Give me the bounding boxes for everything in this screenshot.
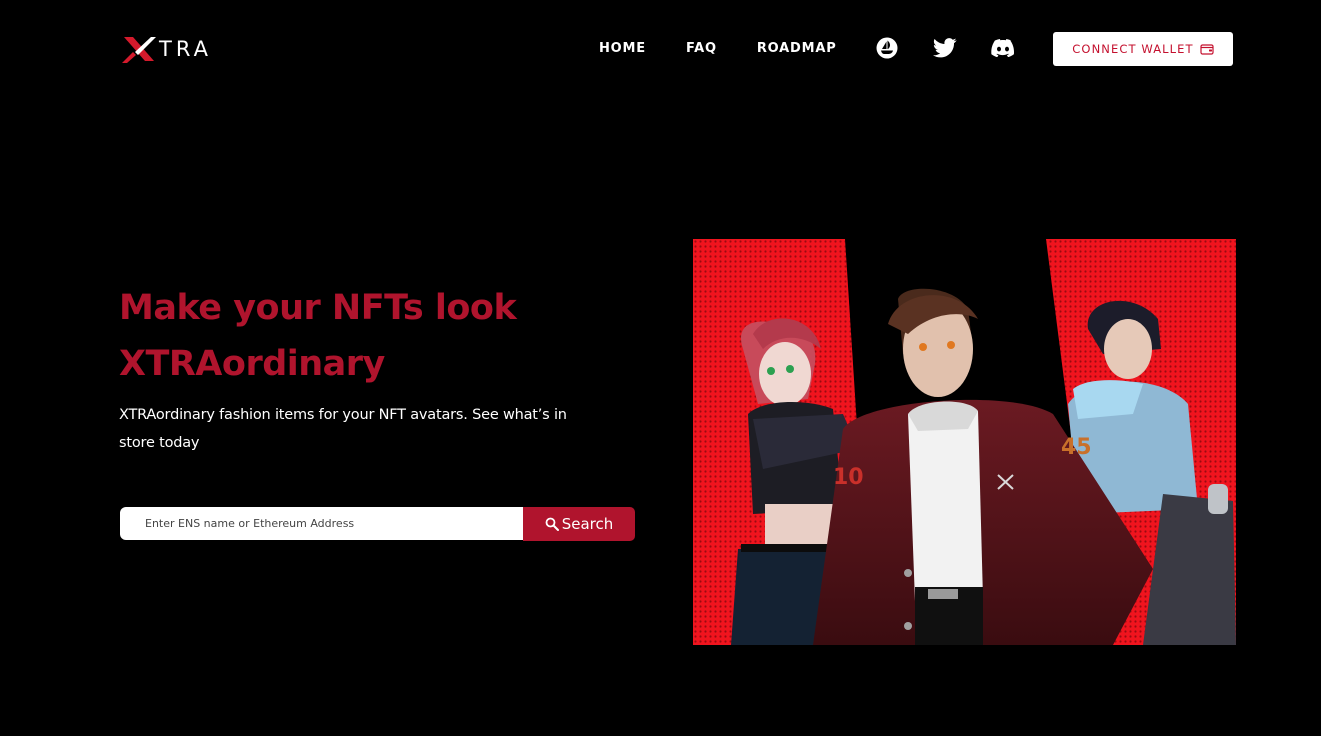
svg-text:10: 10 xyxy=(833,465,864,490)
hero-subtitle: XTRAordinary fashion items for your NFT … xyxy=(119,407,567,451)
discord-icon[interactable] xyxy=(990,36,1015,60)
search-icon xyxy=(545,517,559,531)
opensea-icon[interactable] xyxy=(875,36,899,60)
connect-wallet-button[interactable]: CONNECT WALLET xyxy=(1053,32,1233,66)
wallet-icon xyxy=(1200,44,1214,55)
avatar-characters-illustration: 45 10 xyxy=(693,239,1236,645)
hero-title-line2: XTRAordinary xyxy=(119,344,385,384)
hero-artwork: 45 10 xyxy=(693,239,1236,645)
hero-title: Make your NFTs look XTRAordinary xyxy=(119,280,639,392)
twitter-icon[interactable] xyxy=(932,36,957,60)
search-bar: Search xyxy=(120,507,635,541)
nav-home[interactable]: HOME xyxy=(599,41,646,56)
x-logo-mark xyxy=(122,37,156,63)
svg-text:45: 45 xyxy=(1061,435,1092,460)
brand-logo[interactable]: TRA xyxy=(121,33,212,65)
nav-roadmap[interactable]: ROADMAP xyxy=(757,41,837,56)
connect-wallet-label: CONNECT WALLET xyxy=(1072,42,1194,56)
top-nav: HOME FAQ ROADMAP xyxy=(599,36,1015,60)
search-button-label: Search xyxy=(561,515,614,533)
search-input[interactable] xyxy=(120,507,523,540)
hero-title-line1: Make your NFTs look xyxy=(119,288,517,328)
nav-faq[interactable]: FAQ xyxy=(686,41,717,56)
logo-text: TRA xyxy=(159,37,212,61)
page: TRA HOME FAQ ROADMAP CONNECT WALLET Make… xyxy=(0,0,1321,736)
search-button[interactable]: Search xyxy=(523,507,635,541)
